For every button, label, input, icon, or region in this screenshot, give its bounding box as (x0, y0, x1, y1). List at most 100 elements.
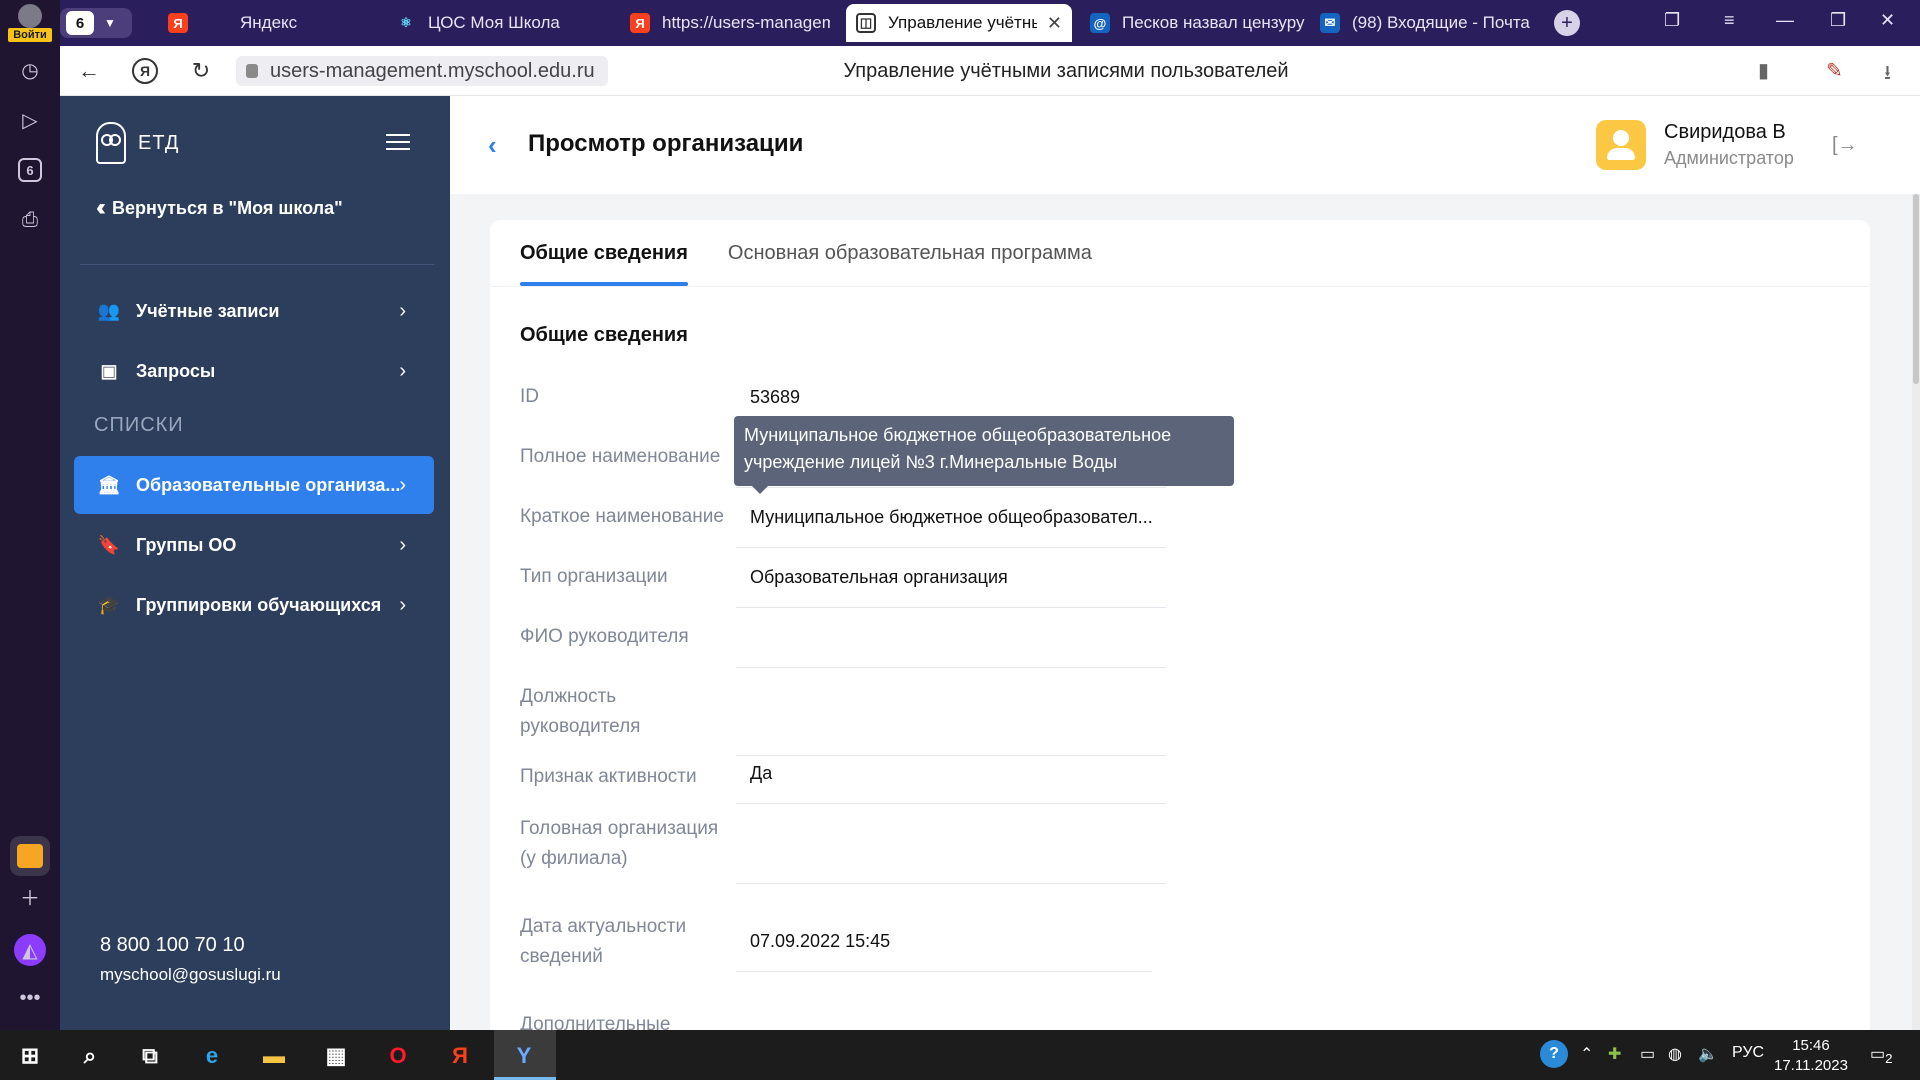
menu-icon[interactable]: ≡ (1724, 10, 1735, 31)
user-role: Администратор (1664, 148, 1794, 168)
url-field[interactable]: users-management.myschool.edu.ru (236, 56, 608, 86)
field-label: ФИО руководителя (520, 626, 689, 647)
page-title-display: Управление учётными записями пользовател… (843, 60, 1289, 82)
full-name-tooltip: Муниципальное бюджетное общеобразователь… (734, 416, 1234, 494)
windows-start-icon[interactable]: ⊞ (14, 1040, 46, 1072)
alice-assistant-icon[interactable]: ◭ (14, 934, 46, 966)
field-value (736, 710, 1166, 756)
tab-label: https://users-manageme (662, 13, 830, 32)
volume-icon[interactable]: 🔈 (1698, 1044, 1718, 1064)
browser-tab[interactable]: ✉ (98) Входящие - Почта (1310, 4, 1540, 42)
network-app-icon[interactable]: ✚ (1608, 1044, 1621, 1064)
tabs-count-badge: 6 (18, 158, 42, 182)
login-label: Войти (8, 28, 52, 42)
browser-tab[interactable]: ⚛ ЦОС Моя Школа (386, 4, 582, 42)
field-value[interactable]: Муниципальное бюджетное общеобразовател.… (736, 502, 1166, 548)
scrollbar-thumb[interactable] (1913, 194, 1919, 384)
field-label: Дополнительные (520, 1014, 671, 1030)
new-tab-button[interactable]: + (1554, 10, 1580, 36)
logout-icon[interactable]: [→ (1832, 134, 1858, 157)
content-tabs: Общие сведения Основная образовательная … (520, 220, 1132, 286)
file-explorer-icon[interactable]: ▬ (258, 1040, 290, 1072)
profile-icon (18, 4, 42, 28)
eta-icon: ◫ (856, 13, 876, 33)
login-button[interactable]: Войти (8, 4, 52, 42)
chevron-right-icon: › (399, 533, 406, 556)
history-icon[interactable]: ◷ (12, 52, 48, 88)
yandex-home-icon[interactable]: Я (132, 58, 158, 84)
yandex-browser-icon[interactable]: Я (444, 1040, 476, 1072)
tooltip-arrow (752, 486, 768, 494)
user-name: Свиридова В (1664, 121, 1786, 143)
browser-tab-active[interactable]: ◫ Управление учётным ✕ (846, 4, 1072, 42)
system-clock[interactable]: 15:46 17.11.2023 (1774, 1036, 1848, 1076)
page-scrollbar[interactable] (1912, 194, 1920, 1030)
sidebar-item-accounts[interactable]: 👥 Учётные записи › (74, 282, 434, 340)
back-label: Вернуться в "Моя школа" (111, 197, 343, 218)
window-close-icon[interactable]: ✕ (1880, 10, 1895, 31)
collections-icon[interactable]: ❐ (1664, 10, 1680, 31)
help-icon[interactable]: ? (1540, 1040, 1568, 1068)
close-icon[interactable]: ✕ (1047, 13, 1062, 34)
sidebar-item-student-groupings[interactable]: 🎓 Группировки обучающихся › (74, 576, 434, 634)
more-icon[interactable]: ••• (12, 980, 48, 1016)
mail-app-button[interactable] (10, 836, 50, 876)
minimize-icon[interactable]: — (1776, 10, 1794, 31)
sidebar-item-organizations[interactable]: 🏛 Образовательные организа... › (74, 456, 434, 514)
field-value (736, 622, 1166, 668)
battery-icon[interactable]: ▭ (1640, 1044, 1655, 1064)
field-label: Дата актуальности сведений (520, 916, 687, 967)
sidebar-item-requests[interactable]: ▣ Запросы › (74, 342, 434, 400)
globe-icon[interactable]: ◍ (1668, 1044, 1682, 1064)
field-label: Полное наименование (520, 446, 721, 467)
video-play-icon[interactable]: ▷ (12, 102, 48, 138)
field-value: Да (736, 758, 1166, 804)
support-email[interactable]: myschool@gosuslugi.ru (100, 965, 281, 985)
hamburger-menu-icon[interactable] (386, 134, 410, 152)
field-additional: Дополнительные (520, 1010, 1200, 1030)
tab-group-button[interactable]: 6 ▼ (60, 8, 132, 38)
sidebar-item-org-groups[interactable]: 🔖 Группы ОО › (74, 516, 434, 574)
address-bar: ← Я ↻ users-management.myschool.edu.ru У… (60, 46, 1920, 96)
tab-general-info[interactable]: Общие сведения (520, 220, 688, 286)
tooltip-text: Муниципальное бюджетное общеобразователь… (744, 425, 1172, 472)
yandex-y-icon[interactable]: Y (508, 1040, 540, 1072)
browser-tab[interactable]: Я Яндекс (158, 4, 366, 42)
section-title: Общие сведения (520, 324, 688, 346)
chevron-up-icon[interactable]: ⌃ (1580, 1044, 1593, 1064)
opera-icon[interactable]: O (382, 1040, 414, 1072)
chevron-right-icon: › (399, 473, 406, 496)
tabs-counter-button[interactable]: 6 (12, 152, 48, 188)
store-icon[interactable]: ▦ (320, 1040, 352, 1072)
task-view-icon[interactable]: ⧉ (134, 1040, 166, 1072)
field-label: Головная организация (у филиала) (520, 818, 719, 869)
envelope-icon (17, 844, 43, 868)
back-icon[interactable]: ← (76, 58, 102, 84)
notifications-icon[interactable]: ▭2 (1870, 1044, 1893, 1066)
download-icon[interactable]: ⭳ (1884, 58, 1891, 92)
support-phone[interactable]: 8 800 100 70 10 (100, 934, 281, 957)
extension-icon[interactable]: ✎ (1826, 58, 1843, 83)
chevron-left-icon[interactable]: ‹ (488, 130, 497, 161)
users-icon: 👥 (97, 300, 121, 321)
add-panel-icon[interactable]: ＋ (12, 878, 48, 914)
search-icon[interactable]: ⌕ (74, 1040, 106, 1072)
restore-icon[interactable]: ❒ (1830, 10, 1846, 31)
app-sidebar: ЕТД ‹‹ Вернуться в "Моя школа" 👥 Учётные… (60, 96, 450, 1030)
screenshot-icon[interactable]: ⎙ (12, 202, 48, 238)
back-to-my-school-link[interactable]: ‹‹ Вернуться в "Моя школа" (96, 178, 343, 238)
yandex-icon: Я (168, 13, 188, 33)
owl-logo-icon (96, 122, 126, 164)
reload-icon[interactable]: ↻ (188, 58, 214, 84)
bookmark-icon[interactable]: ▮ (1758, 58, 1769, 83)
edge-icon[interactable]: e (196, 1040, 228, 1072)
tab-label: ЦОС Моя Школа (428, 13, 560, 32)
language-indicator[interactable]: РУС (1732, 1044, 1764, 1062)
browser-tab[interactable]: Я https://users-manageme (620, 4, 830, 42)
chevron-down-icon: ▼ (104, 16, 116, 30)
brand-logo[interactable]: ЕТД (96, 120, 179, 166)
institution-icon: 🏛 (97, 474, 121, 495)
tab-education-program[interactable]: Основная образовательная программа (728, 220, 1092, 286)
user-profile[interactable]: Свиридова В Администратор (1596, 120, 1794, 170)
mail-icon: ✉ (1320, 13, 1340, 33)
